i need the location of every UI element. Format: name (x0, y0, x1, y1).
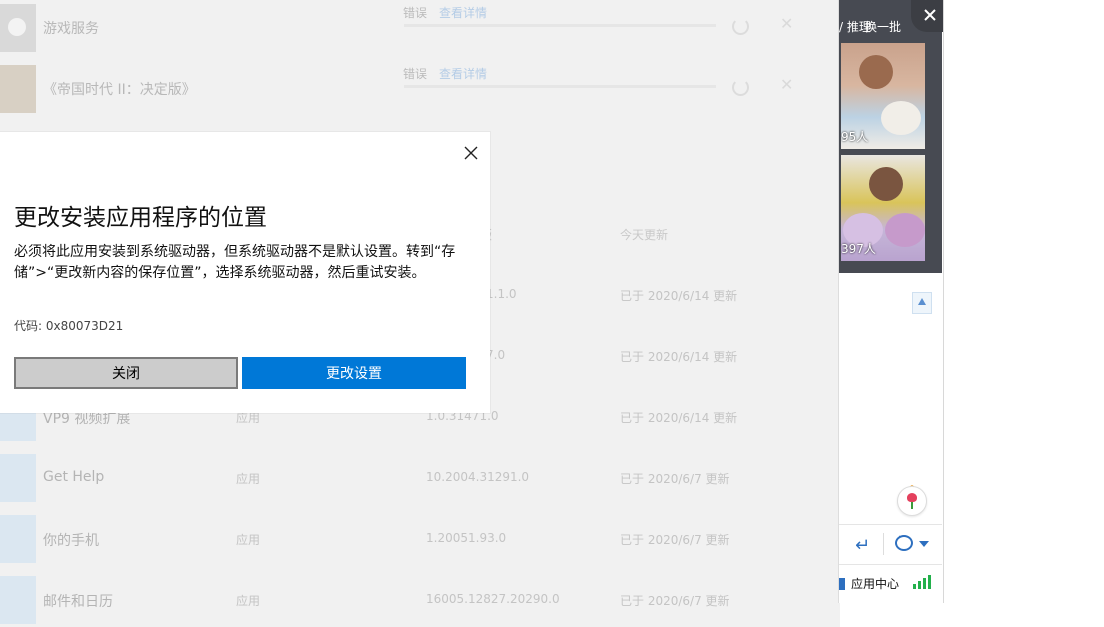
app-updated: 已于 2020/6/7 更新 (620, 533, 730, 547)
column-header-modified[interactable]: 今天更新 (620, 226, 668, 243)
app-version: 1.20051.93.0 (426, 531, 507, 545)
view-details-link[interactable]: 查看详情 (439, 65, 487, 82)
flower-icon[interactable] (897, 486, 927, 516)
viewer-count: 397人 (841, 242, 876, 256)
refresh-batch-tab[interactable]: 换一批 (865, 18, 901, 35)
app-center-bar: 应用中心 (839, 564, 942, 603)
app-version: 10.2004.31291.0 (426, 470, 530, 484)
game-app-icon (0, 65, 36, 113)
download-error-status: 错误 (403, 6, 428, 20)
app-type: 应用 (236, 594, 261, 608)
download-name: 《帝国时代 II：决定版》 (43, 82, 196, 98)
download-row[interactable]: 《帝国时代 II：决定版》 错误 查看详情 ✕ (0, 61, 840, 117)
app-name: 你的手机 (43, 533, 99, 549)
live-stream-panel: / 推理 换一批 95人 397人 (839, 0, 943, 273)
app-updated: 已于 2020/6/14 更新 (620, 289, 738, 303)
app-updated: 已于 2020/6/14 更新 (620, 350, 738, 364)
view-details-link[interactable]: 查看详情 (439, 4, 487, 21)
error-code: 代码: 0x80073D21 (14, 319, 124, 333)
xbox-app-icon (0, 4, 36, 52)
scroll-to-top-icon[interactable] (912, 292, 932, 314)
download-error-status: 错误 (403, 67, 428, 81)
install-location-dialog: 更改安装应用程序的位置 必须将此应用安装到系统驱动器，但系统驱动器不是默认设置。… (0, 132, 490, 413)
app-name: Get Help (43, 469, 105, 485)
close-icon[interactable] (911, 0, 943, 32)
app-name: 邮件和日历 (43, 594, 113, 610)
stream-thumbnail[interactable]: 95人 (841, 43, 925, 149)
download-progress-bar (404, 24, 716, 27)
download-progress-bar (404, 85, 716, 88)
chat-bubble-icon[interactable] (895, 532, 913, 551)
chat-toolbar: ↵ (839, 524, 942, 565)
app-version: 16005.12827.20290.0 (426, 592, 560, 606)
app-center-link[interactable]: 应用中心 (851, 575, 899, 592)
download-row[interactable]: 游戏服务 错误 查看详情 ✕ (0, 0, 840, 56)
app-row[interactable]: 邮件和日历 应用 16005.12827.20290.0 已于 2020/6/7… (0, 570, 840, 627)
app-icon (0, 576, 36, 624)
chevron-down-icon[interactable] (919, 541, 929, 547)
app-grid-icon (839, 578, 845, 590)
app-updated: 已于 2020/6/7 更新 (620, 594, 730, 608)
app-version: 1.1.0 (486, 287, 517, 301)
streamer-avatar (869, 167, 903, 201)
divider (883, 533, 884, 555)
app-updated: 已于 2020/6/7 更新 (620, 472, 730, 486)
streamer-avatar (859, 55, 893, 89)
dialog-title: 更改安装应用程序的位置 (14, 205, 267, 231)
download-name: 游戏服务 (43, 21, 99, 37)
app-icon (0, 515, 36, 563)
enter-icon[interactable]: ↵ (855, 535, 870, 556)
app-icon (0, 454, 36, 502)
signal-strength-icon (913, 575, 933, 589)
close-icon[interactable] (459, 141, 483, 165)
retry-icon[interactable] (732, 79, 749, 96)
app-updated: 已于 2020/6/14 更新 (620, 411, 738, 425)
viewer-count: 95人 (841, 130, 869, 144)
side-panel: / 推理 换一批 95人 397人 ︿ ↵ 应用中心 (838, 0, 944, 603)
dialog-message: 必须将此应用安装到系统驱动器，但系统驱动器不是默认设置。转到“存储”>“更改新内… (14, 244, 456, 281)
stream-thumbnail[interactable]: 397人 (841, 155, 925, 261)
food-bowl-image (885, 213, 925, 247)
cancel-download-icon[interactable]: ✕ (780, 75, 793, 94)
cancel-download-icon[interactable]: ✕ (780, 14, 793, 33)
close-button[interactable]: 关闭 (14, 357, 238, 389)
app-row[interactable]: 你的手机 应用 1.20051.93.0 已于 2020/6/7 更新 (0, 509, 840, 570)
app-row[interactable]: Get Help 应用 10.2004.31291.0 已于 2020/6/7 … (0, 448, 840, 509)
app-type: 应用 (236, 533, 261, 547)
change-settings-button[interactable]: 更改设置 (242, 357, 466, 389)
food-bowl-image (881, 101, 921, 135)
app-type: 应用 (236, 472, 261, 486)
retry-icon[interactable] (732, 18, 749, 35)
